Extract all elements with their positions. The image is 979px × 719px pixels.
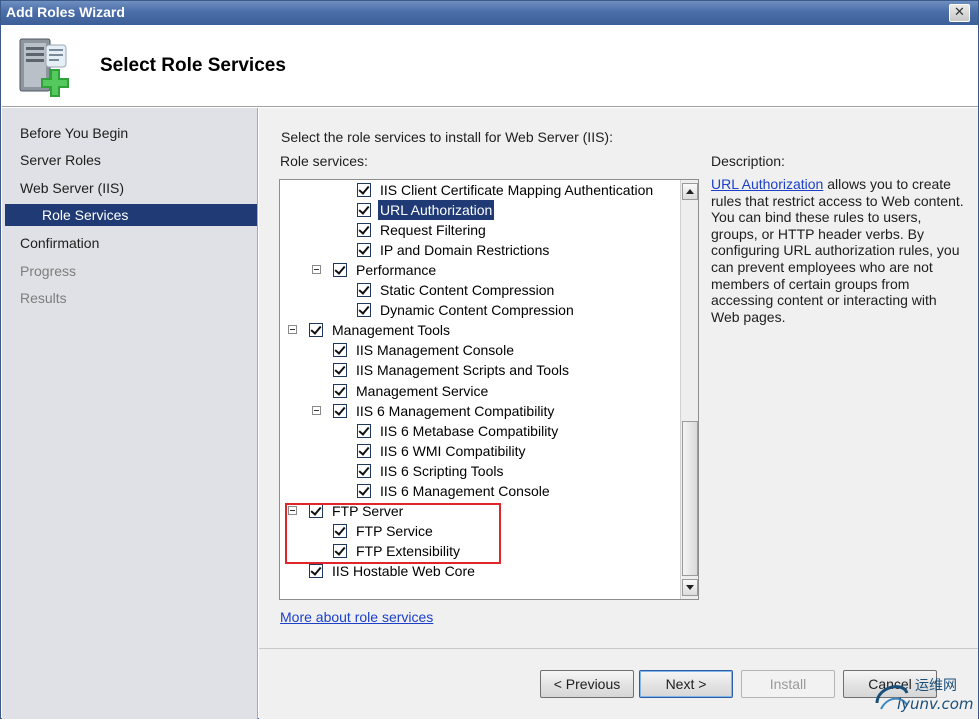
tree-item-checkbox[interactable] (309, 323, 323, 338)
nav-step-before-you-begin[interactable]: Before You Begin (2, 122, 255, 144)
tree-item-label: IIS 6 WMI Compatibility (380, 442, 526, 459)
tree-item[interactable]: IIS 6 WMI Compatibility (280, 441, 680, 461)
next-button[interactable]: Next > (639, 670, 733, 698)
collapse-icon[interactable] (288, 325, 297, 335)
tree-item-checkbox[interactable] (357, 463, 371, 478)
tree-item-label: FTP Server (332, 502, 404, 519)
tree-item-label: Management Tools (332, 322, 451, 339)
tree-item-label: Dynamic Content Compression (380, 302, 574, 319)
tree-item[interactable]: Performance (280, 260, 680, 280)
tree-item-checkbox[interactable] (357, 283, 371, 298)
tree-item[interactable]: FTP Service (280, 521, 680, 541)
tree-item-label: FTP Service (356, 522, 433, 539)
tree-item-label: IIS Client Certificate Mapping Authentic… (380, 182, 654, 198)
wizard-window: Add Roles Wizard ✕ Select Role Services … (0, 0, 979, 719)
tree-item[interactable]: Dynamic Content Compression (280, 300, 680, 320)
tree-item[interactable]: FTP Extensibility (280, 541, 680, 561)
install-button: Install (741, 670, 835, 698)
tree-item[interactable]: IIS Management Scripts and Tools (280, 360, 680, 380)
tree-item[interactable]: Static Content Compression (280, 280, 680, 300)
tree-item-checkbox[interactable] (357, 183, 371, 197)
collapse-icon[interactable] (312, 405, 321, 415)
tree-item[interactable]: Request Filtering (280, 220, 680, 240)
tree-item-checkbox[interactable] (357, 483, 371, 498)
nav-step-role-services[interactable]: Role Services (5, 204, 257, 226)
scroll-up-icon[interactable] (682, 183, 698, 200)
instruction-text: Select the role services to install for … (281, 129, 613, 145)
server-add-icon (19, 38, 69, 97)
description-body: allows you to create rules that restrict… (711, 176, 964, 325)
description-text: URL Authorization allows you to create r… (711, 176, 966, 325)
page-title: Select Role Services (100, 55, 286, 76)
close-icon: ✕ (954, 5, 965, 20)
description-label: Description: (711, 153, 785, 169)
tree-item[interactable]: FTP Server (280, 501, 680, 521)
tree-item[interactable]: Management Tools (280, 320, 680, 340)
role-services-tree[interactable]: IIS Client Certificate Mapping Authentic… (279, 179, 699, 600)
tree-item-label: Performance (356, 262, 437, 279)
tree-item-label: IIS 6 Management Compatibility (356, 402, 555, 419)
description-link[interactable]: URL Authorization (711, 176, 823, 192)
more-about-role-services-link[interactable]: More about role services (280, 609, 433, 625)
tree-item-checkbox[interactable] (357, 203, 371, 218)
previous-button[interactable]: < Previous (540, 670, 634, 698)
tree-item[interactable]: IIS Client Certificate Mapping Authentic… (280, 180, 680, 200)
tree-item[interactable]: IIS 6 Management Console (280, 481, 680, 501)
tree-item-label: IIS Management Console (356, 342, 514, 359)
collapse-icon[interactable] (288, 505, 297, 515)
tree-item[interactable]: Management Service (280, 381, 680, 401)
tree-item-label: FTP Extensibility (356, 542, 460, 559)
tree-item-checkbox[interactable] (309, 503, 323, 518)
tree-item-checkbox[interactable] (357, 223, 371, 238)
tree-item-checkbox[interactable] (333, 403, 347, 418)
collapse-icon[interactable] (312, 265, 321, 275)
tree-item[interactable]: URL Authorization (280, 200, 680, 221)
tree-item-label: Static Content Compression (380, 282, 555, 299)
close-button[interactable]: ✕ (949, 4, 970, 22)
tree-item-checkbox[interactable] (357, 443, 371, 458)
window-title: Add Roles Wizard (6, 4, 125, 20)
title-bar[interactable]: Add Roles Wizard ✕ (1, 1, 978, 25)
tree-item-label: IIS 6 Metabase Compatibility (380, 422, 559, 439)
wizard-steps-nav: Before You Begin Server Roles Web Server… (2, 108, 258, 719)
tree-item[interactable]: IIS Management Console (280, 340, 680, 360)
tree-item-label: Management Service (356, 382, 489, 399)
scroll-down-icon[interactable] (682, 579, 698, 596)
watermark-text-url: iyunv.com (897, 695, 974, 713)
tree-item[interactable]: IIS 6 Scripting Tools (280, 461, 680, 481)
tree-item-checkbox[interactable] (333, 383, 347, 398)
nav-step-progress: Progress (20, 263, 77, 279)
role-services-label: Role services: (280, 153, 368, 169)
tree-item-checkbox[interactable] (333, 523, 347, 538)
nav-step-web-server[interactable]: Web Server (IIS) (2, 177, 255, 199)
nav-step-results: Results (20, 290, 67, 306)
tree-item-label: IIS 6 Scripting Tools (380, 462, 504, 479)
tree-item[interactable]: IIS 6 Management Compatibility (280, 401, 680, 421)
wizard-header: Select Role Services (2, 25, 978, 107)
tree-item-label: Request Filtering (380, 222, 486, 239)
tree-item-checkbox[interactable] (333, 343, 347, 358)
tree-item-label: IIS Hostable Web Core (332, 562, 475, 579)
tree-item-checkbox[interactable] (357, 303, 371, 318)
tree-item-checkbox[interactable] (357, 423, 371, 438)
tree-scrollbar[interactable] (680, 180, 698, 599)
tree-item[interactable]: IP and Domain Restrictions (280, 240, 680, 260)
nav-step-server-roles[interactable]: Server Roles (2, 149, 255, 171)
tree-item-checkbox[interactable] (333, 263, 347, 278)
watermark-text-cn: 运维网 (915, 678, 957, 694)
nav-step-confirmation[interactable]: Confirmation (2, 232, 255, 254)
tree-item[interactable]: IIS Hostable Web Core (280, 561, 680, 581)
tree-item-checkbox[interactable] (333, 363, 347, 378)
tree-item-label: IIS Management Scripts and Tools (356, 362, 569, 379)
tree-item-label: IP and Domain Restrictions (380, 242, 550, 259)
tree-item-label: IIS 6 Management Console (380, 482, 550, 499)
tree-item-checkbox[interactable] (357, 243, 371, 258)
scroll-thumb[interactable] (682, 421, 698, 576)
tree-item-checkbox[interactable] (333, 543, 347, 558)
tree-item[interactable]: IIS 6 Metabase Compatibility (280, 421, 680, 441)
watermark: 运维网 iyunv.com (867, 673, 979, 719)
tree-item-checkbox[interactable] (309, 563, 323, 578)
tree-item-label: URL Authorization (378, 200, 495, 221)
main-panel: Select the role services to install for … (259, 108, 978, 648)
